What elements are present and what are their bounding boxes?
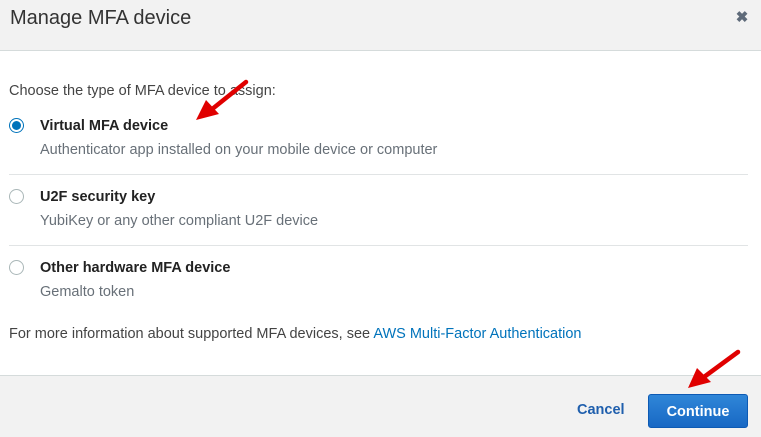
aws-mfa-link[interactable]: AWS Multi-Factor Authentication — [373, 326, 581, 342]
divider — [9, 174, 748, 175]
close-icon[interactable]: ✖ — [733, 9, 751, 27]
divider — [9, 245, 748, 246]
option-description: Gemalto token — [40, 284, 135, 300]
info-text-prefix: For more information about supported MFA… — [9, 326, 374, 342]
info-text: For more information about supported MFA… — [9, 326, 582, 342]
radio-virtual-mfa[interactable] — [9, 118, 24, 133]
option-label[interactable]: Virtual MFA device — [40, 118, 168, 134]
dialog-header: Manage MFA device ✖ — [0, 0, 761, 51]
cancel-button[interactable]: Cancel — [577, 402, 625, 418]
option-label[interactable]: U2F security key — [40, 189, 155, 205]
continue-button[interactable]: Continue — [648, 394, 748, 428]
option-label[interactable]: Other hardware MFA device — [40, 260, 230, 276]
option-description: Authenticator app installed on your mobi… — [40, 142, 438, 158]
option-virtual-mfa[interactable]: Virtual MFA device Authenticator app ins… — [9, 116, 747, 176]
radio-hardware-mfa[interactable] — [9, 260, 24, 275]
dialog-footer: Cancel Continue — [0, 375, 761, 437]
option-description: YubiKey or any other compliant U2F devic… — [40, 213, 319, 229]
dialog-title: Manage MFA device — [10, 7, 192, 29]
mfa-type-prompt: Choose the type of MFA device to assign: — [9, 83, 276, 99]
option-hardware-mfa[interactable]: Other hardware MFA device Gemalto token — [9, 258, 747, 318]
radio-u2f-key[interactable] — [9, 189, 24, 204]
option-u2f-key[interactable]: U2F security key YubiKey or any other co… — [9, 187, 747, 247]
